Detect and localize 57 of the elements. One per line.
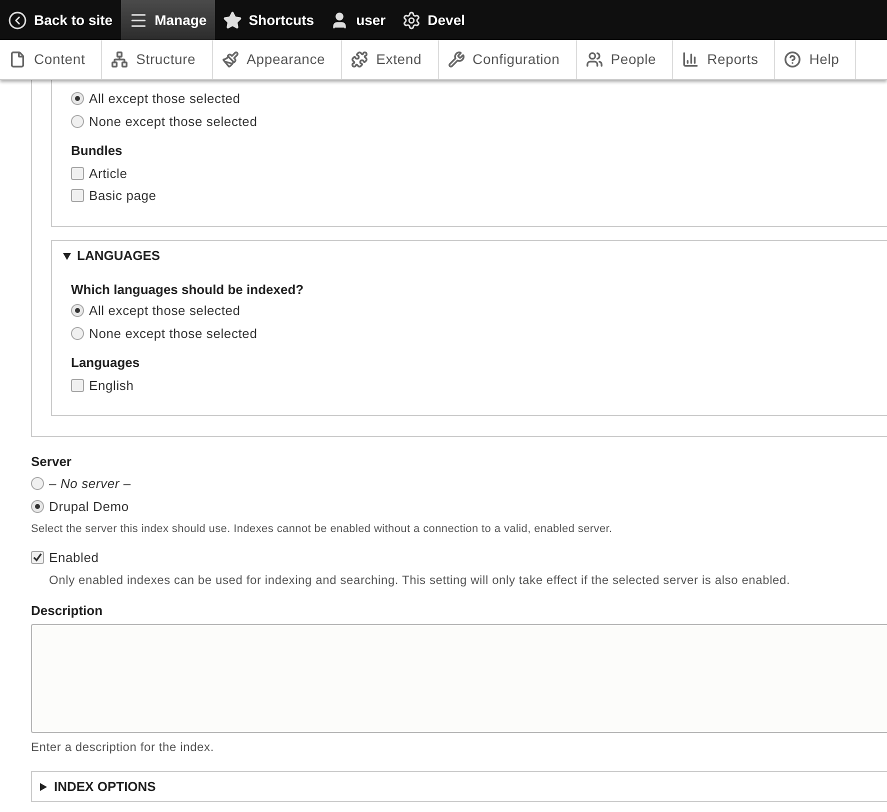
radio-label: Drupal Demo <box>49 498 129 516</box>
radio-button[interactable] <box>71 327 84 340</box>
checkbox[interactable] <box>71 167 84 180</box>
settings-icon <box>402 10 421 30</box>
tray-link[interactable]: Appearance <box>212 40 342 79</box>
radio-button[interactable] <box>31 500 44 513</box>
bar-chart-icon <box>682 51 700 68</box>
tray-link[interactable]: Structure <box>102 40 213 79</box>
tray-link[interactable]: Configuration <box>438 40 577 79</box>
radio-button[interactable] <box>71 115 84 128</box>
tray-link[interactable]: Help <box>775 40 856 79</box>
field-label: Bundles <box>71 142 124 160</box>
tray-link[interactable]: Content <box>0 40 102 79</box>
star-icon <box>222 10 242 30</box>
checkbox[interactable] <box>31 551 44 564</box>
field-label: Languages <box>71 354 141 372</box>
fieldset-toggle[interactable]: LANGUAGES <box>52 242 887 270</box>
puzzle-icon <box>351 51 368 68</box>
radio-label: None except those selected <box>89 112 258 131</box>
toolbar-tab[interactable]: Shortcuts <box>214 0 322 40</box>
toolbar-tab[interactable]: Back to site <box>0 0 121 40</box>
triangle-icon <box>63 252 71 260</box>
toolbar-tab[interactable]: Manage <box>120 0 215 40</box>
description-field[interactable] <box>31 624 887 733</box>
field-label: Server <box>31 452 72 470</box>
triangle-icon <box>39 782 47 790</box>
checkbox-label: Basic page <box>89 186 156 205</box>
back-icon <box>8 10 27 30</box>
radio-label: None except those selected <box>89 324 258 343</box>
tray-link[interactable]: People <box>576 40 674 79</box>
radio-button[interactable] <box>71 304 84 317</box>
checkbox-label: Article <box>89 164 128 183</box>
sitemap-icon <box>111 51 128 68</box>
paintbrush-icon <box>222 51 239 68</box>
radio-button[interactable] <box>31 477 44 490</box>
field-label: Which languages should be indexed? <box>71 280 305 299</box>
tray-link[interactable]: Extend <box>342 40 439 79</box>
radio-button[interactable] <box>71 92 84 105</box>
checkbox[interactable] <box>71 189 84 202</box>
help-text: Select the server this index should use. Indexes cannot be enabled without a connection to a valid, enabled server. <box>31 522 614 537</box>
help-icon <box>784 51 802 68</box>
wrench-icon <box>448 51 465 68</box>
help-text: Enter a description for the index. <box>31 739 215 756</box>
checkbox-label: Enabled <box>49 548 99 567</box>
fieldset-toggle[interactable]: INDEX OPTIONS <box>31 771 887 802</box>
radio-label: All except those selected <box>89 302 240 320</box>
toolbar-tab[interactable]: Devel <box>394 0 473 40</box>
radio-label: – No server – <box>49 474 131 493</box>
tray-link[interactable]: Reports <box>673 40 776 79</box>
people-icon <box>586 51 603 68</box>
radio-label: All except those selected <box>89 90 240 108</box>
file-icon <box>9 51 26 68</box>
help-text: Only enabled indexes can be used for indexing and searching. This setting will only take effect if the selected server is also enabled. <box>48 572 792 588</box>
field-label: Description <box>31 602 104 620</box>
toolbar-tab[interactable]: user <box>322 0 394 40</box>
checkbox[interactable] <box>71 379 84 392</box>
checkbox-label: English <box>89 376 134 395</box>
